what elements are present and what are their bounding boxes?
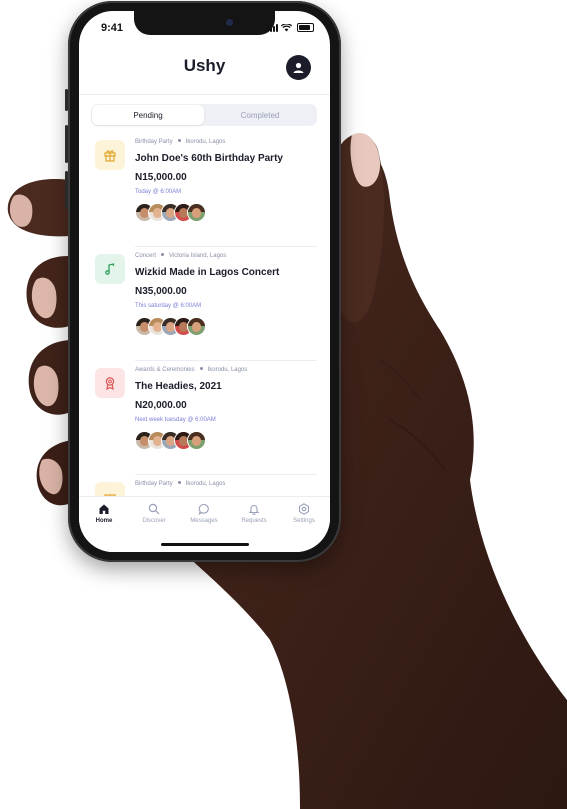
music-note-icon bbox=[105, 263, 115, 275]
event-location: Ikorodu, Lagos bbox=[185, 139, 226, 145]
attendee-avatar bbox=[187, 431, 206, 450]
event-category: Birthday Party bbox=[135, 139, 173, 145]
camera bbox=[226, 19, 233, 26]
status-tabs: Pending Completed bbox=[91, 104, 317, 126]
nav-home[interactable]: Home bbox=[79, 503, 129, 524]
nav-messages[interactable]: Messages bbox=[179, 503, 229, 524]
event-icon-tile bbox=[95, 140, 125, 170]
nav-label: Messages bbox=[190, 518, 218, 524]
attendee-avatars bbox=[135, 431, 206, 451]
event-title: John Doe's 60th Birthday Party bbox=[135, 153, 283, 164]
chat-bubble-icon bbox=[198, 503, 209, 515]
bell-icon bbox=[248, 505, 260, 515]
home-indicator[interactable] bbox=[161, 543, 249, 546]
award-icon bbox=[105, 377, 115, 390]
nav-label: Settings bbox=[293, 518, 315, 524]
card-divider bbox=[135, 246, 317, 247]
battery-icon bbox=[297, 23, 314, 32]
event-date: This saturday @ 6:00AM bbox=[135, 303, 202, 309]
card-divider bbox=[135, 360, 317, 361]
gift-icon bbox=[104, 150, 116, 162]
cellular-signal-icon bbox=[267, 24, 278, 32]
settings-icon bbox=[298, 503, 310, 515]
event-card[interactable]: Awards & Ceremonies Ikorodu, Lagos The He… bbox=[79, 365, 330, 479]
event-meta: Concert Victoria Island, Lagos bbox=[135, 253, 226, 259]
event-meta: Awards & Ceremonies Ikorodu, Lagos bbox=[135, 367, 247, 373]
status-icons bbox=[267, 23, 314, 32]
event-location: Victoria Island, Lagos bbox=[169, 253, 227, 259]
phone-volume-down-button bbox=[65, 171, 68, 209]
event-title: The Headies, 2021 bbox=[135, 381, 222, 392]
event-meta: Birthday Party Ikorodu, Lagos bbox=[135, 481, 225, 487]
event-category: Birthday Party bbox=[135, 481, 173, 487]
nav-discover[interactable]: Discover bbox=[129, 503, 179, 524]
nav-label: Discover bbox=[142, 518, 166, 524]
event-meta: Birthday Party Ikorodu, Lagos bbox=[135, 139, 225, 145]
event-category: Awards & Ceremonies bbox=[135, 367, 195, 373]
profile-button[interactable] bbox=[286, 55, 311, 80]
event-price: N15,000.00 bbox=[135, 172, 187, 183]
phone-screen: 9:41 Ushy Pending Completed Birthday Par… bbox=[79, 11, 330, 552]
event-card[interactable]: Birthday Party Ikorodu, Lagos John Doe's … bbox=[79, 137, 330, 251]
event-icon-tile bbox=[95, 368, 125, 398]
phone-side-button bbox=[65, 89, 68, 111]
event-icon-tile bbox=[95, 254, 125, 284]
event-category: Concert bbox=[135, 253, 157, 259]
wifi-icon bbox=[281, 24, 292, 32]
event-location: Ikorodu, Lagos bbox=[185, 481, 226, 487]
event-card[interactable]: Concert Victoria Island, Lagos Wizkid Mad… bbox=[79, 251, 330, 365]
nav-settings[interactable]: Settings bbox=[279, 503, 329, 524]
home-icon bbox=[99, 504, 109, 514]
event-price: N35,000.00 bbox=[135, 286, 187, 297]
nav-label: Requests bbox=[241, 518, 267, 524]
event-price: N20,000.00 bbox=[135, 400, 187, 411]
event-location: Ikorodu, Lagos bbox=[207, 367, 248, 373]
nav-label: Home bbox=[95, 518, 113, 524]
status-time: 9:41 bbox=[101, 22, 124, 34]
attendee-avatar bbox=[187, 203, 206, 222]
notch bbox=[134, 11, 275, 35]
nav-requests[interactable]: Requests bbox=[229, 503, 279, 524]
phone-volume-up-button bbox=[65, 125, 68, 163]
attendee-avatar bbox=[187, 317, 206, 336]
event-title: Wizkid Made in Lagos Concert bbox=[135, 267, 280, 278]
tab-completed[interactable]: Completed bbox=[204, 105, 316, 125]
tab-pending[interactable]: Pending bbox=[92, 105, 204, 125]
user-icon bbox=[293, 62, 304, 73]
card-divider bbox=[135, 474, 317, 475]
event-date: Next week tuesday @ 6:00AM bbox=[135, 417, 216, 423]
attendee-avatars bbox=[135, 203, 206, 223]
phone-frame: 9:41 Ushy Pending Completed Birthday Par… bbox=[65, 1, 341, 562]
attendee-avatars bbox=[135, 317, 206, 337]
header-divider bbox=[79, 94, 330, 95]
search-icon bbox=[148, 503, 160, 515]
event-date: Today @ 6:00AM bbox=[135, 189, 182, 195]
